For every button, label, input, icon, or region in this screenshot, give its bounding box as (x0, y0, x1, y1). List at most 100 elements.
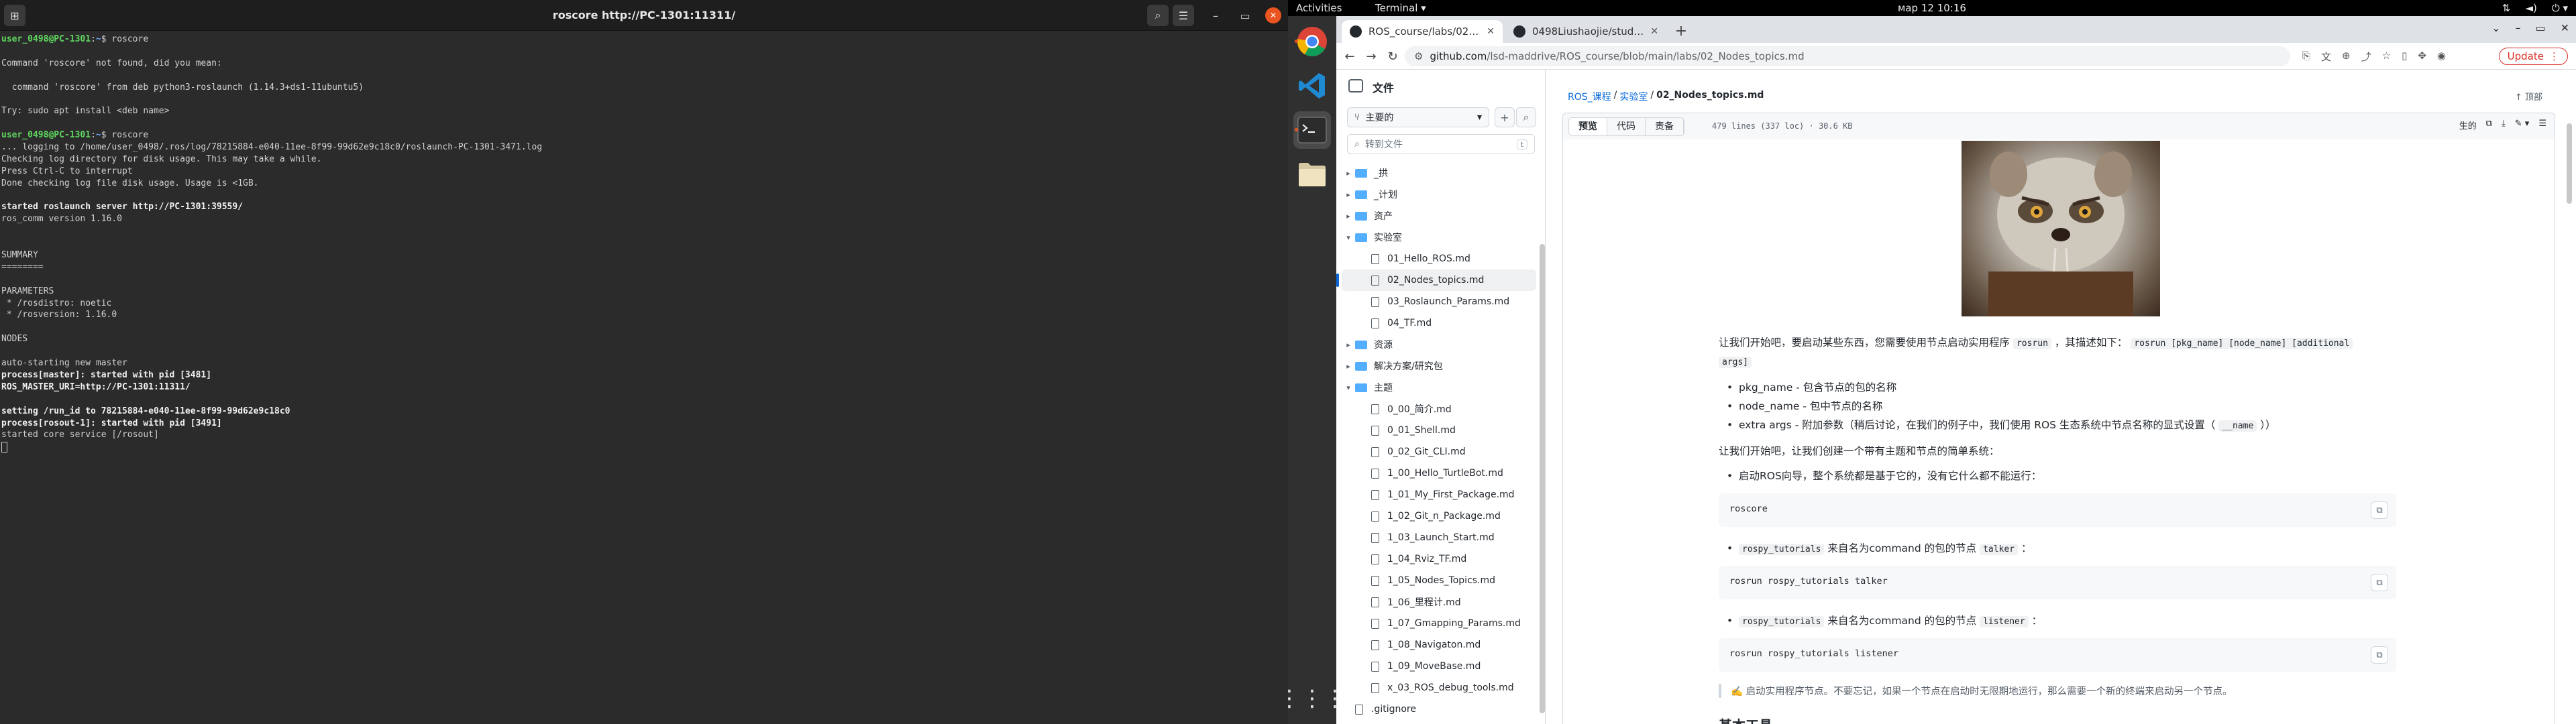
minimize-icon[interactable]: – (2515, 21, 2520, 34)
tree-file[interactable]: 04_TF.md (1336, 312, 1546, 334)
update-button[interactable]: Update ⋮ (2498, 48, 2568, 65)
show-apps-icon[interactable]: ⋮⋮⋮ (1278, 680, 1346, 717)
tree-file[interactable]: 1_08_Navigaton.md (1336, 634, 1546, 656)
terminal-line: setting /run_id to 78215884-e040-11ee-8f… (1, 406, 290, 416)
tree-file[interactable]: 03_Roslaunch_Params.md (1336, 291, 1546, 312)
share-icon[interactable]: ⤴ (2361, 50, 2371, 64)
tree-file[interactable]: 1_04_Rviz_TF.md (1336, 548, 1546, 570)
files-icon[interactable] (1293, 156, 1331, 193)
tab-close-icon[interactable]: ✕ (1650, 26, 1658, 37)
maximize-icon[interactable]: ▭ (1237, 7, 1253, 23)
profile-icon[interactable]: ◉ (2437, 50, 2446, 64)
maximize-icon[interactable]: ▭ (2535, 21, 2545, 34)
terminal-titlebar[interactable]: ⊞ roscore http://PC-1301:11311/ ⌕ ☰ – ▭ … (0, 0, 1288, 31)
tree-file[interactable]: x_03_ROS_debug_tools.md (1336, 677, 1546, 699)
code-text[interactable]: roscore (1729, 503, 1768, 514)
tree-file[interactable]: 02_Nodes_topics.md (1336, 269, 1536, 291)
tree-folder[interactable]: ▸ _拱 (1336, 162, 1546, 184)
copy-icon[interactable]: ⧉ (2486, 119, 2492, 131)
chrome-icon[interactable] (1293, 23, 1331, 60)
terminal-output[interactable]: user_0498@PC-1301:~$ roscore Command 'ros… (0, 34, 1288, 724)
tab-code[interactable]: 代码 (1607, 118, 1646, 135)
code-text[interactable]: rosrun rospy_tutorials listener (1729, 648, 1898, 659)
tab-search-icon[interactable]: ⌄ (2491, 21, 2500, 34)
forward-icon[interactable]: → (1362, 47, 1381, 66)
tree-file[interactable]: 1_06_里程计.md (1336, 591, 1546, 613)
go-to-file-input[interactable]: ⌕ 转到文件 t (1347, 134, 1535, 154)
breadcrumb-dir[interactable]: 实验室 (1619, 90, 1648, 103)
shifu-illustration (1962, 141, 2160, 316)
tree-file[interactable]: 1_03_Launch_Start.md (1336, 527, 1546, 548)
system-tray[interactable]: ⇅ ◄) ⏻ ▾ (2502, 2, 2568, 14)
tree-folder[interactable]: ▸ _计划 (1336, 184, 1546, 205)
search-icon[interactable]: ⌕ (1516, 107, 1536, 127)
menu-icon[interactable]: ☰ (1173, 5, 1194, 26)
tab-blame[interactable]: 责备 (1646, 118, 1684, 135)
tree-file[interactable]: 1_01_My_First_Package.md (1336, 484, 1546, 505)
chevron-right-icon[interactable]: ▸ (1342, 362, 1355, 371)
copy-icon[interactable]: ⧉ (2371, 574, 2388, 591)
tree-file[interactable]: 1_09_MoveBase.md (1336, 656, 1546, 677)
copy-icon[interactable]: ⧉ (2371, 646, 2388, 664)
raw-button[interactable]: 生的 (2459, 119, 2477, 131)
bookmark-star-icon[interactable]: ☆ (2382, 50, 2391, 64)
chevron-down-icon[interactable]: ▾ (1342, 383, 1355, 392)
chevron-right-icon[interactable]: ▸ (1342, 212, 1355, 221)
tree-folder[interactable]: ▸ 解决方案/研究包 (1336, 355, 1546, 377)
address-bar[interactable]: ⚙ github.com/lsd-maddrive/ROS_course/blo… (1405, 46, 2290, 66)
tree-file[interactable]: 1_05_Nodes_Topics.md (1336, 570, 1546, 591)
tree-file[interactable]: 0_00_简介.md (1336, 398, 1546, 420)
chevron-down-icon[interactable]: ▾ (1342, 233, 1355, 242)
branch-selector[interactable]: ⑂ 主要的 ▾ (1347, 107, 1489, 127)
tree-file[interactable]: .gitignore (1336, 699, 1546, 720)
close-icon[interactable]: ✕ (2561, 21, 2569, 34)
clock[interactable]: мар 12 10:16 (1288, 2, 2576, 14)
copy-icon[interactable]: ⧉ (2371, 501, 2388, 519)
tab-close-icon[interactable]: ✕ (1487, 26, 1495, 37)
chevron-right-icon[interactable]: ▸ (1342, 341, 1355, 349)
translate-icon[interactable]: 文 (2321, 50, 2331, 64)
file-icon (1371, 318, 1379, 328)
chevron-right-icon[interactable]: ▸ (1342, 190, 1355, 199)
tree-file[interactable]: 1_07_Gmapping_Params.md (1336, 613, 1546, 634)
edit-pencil-icon[interactable]: ✎ ▾ (2515, 119, 2530, 131)
sidepanel-icon[interactable]: ▯ (2402, 50, 2407, 64)
chevron-right-icon[interactable]: ▸ (1342, 169, 1355, 178)
tree-folder[interactable]: ▸ 资源 (1336, 334, 1546, 355)
tree-file[interactable]: 01_Hello_ROS.md (1336, 248, 1546, 269)
code-text[interactable]: rosrun rospy_tutorials talker (1729, 576, 1888, 587)
tree-file[interactable]: 1_00_Hello_TurtleBot.md (1336, 463, 1546, 484)
tree-folder[interactable]: ▾ 实验室 (1336, 227, 1546, 248)
vscode-icon[interactable] (1293, 67, 1331, 105)
breadcrumb-repo[interactable]: ROS_课程 (1568, 90, 1611, 103)
tab-preview[interactable]: 预览 (1569, 118, 1607, 135)
tree-file[interactable]: 0_01_Shell.md (1336, 420, 1546, 441)
tree-folder[interactable]: ▸ 资产 (1336, 205, 1546, 227)
tree-folder[interactable]: ▾ 主题 (1336, 377, 1546, 398)
add-file-icon[interactable]: + (1495, 107, 1515, 127)
back-to-top-link[interactable]: ↑ 顶部 (2515, 90, 2542, 103)
tab-github-file[interactable]: ROS_course/labs/02_Nodes_topics.md ✕ (1342, 20, 1503, 43)
site-info-icon[interactable]: ⚙ (1414, 50, 1423, 62)
page-scrollbar[interactable] (2567, 123, 2572, 204)
search-icon[interactable]: ⌕ (1147, 5, 1169, 26)
tree-file[interactable]: 1_02_Git_n_Package.md (1336, 505, 1546, 527)
zoom-icon[interactable]: ⊕ (2342, 50, 2351, 64)
terminal-icon[interactable] (1293, 111, 1331, 149)
minimize-icon[interactable]: – (1208, 7, 1224, 23)
download-icon[interactable]: ⤓ (2502, 119, 2506, 131)
sidebar-toggle-icon[interactable] (1348, 79, 1363, 93)
close-icon[interactable]: ✕ (1265, 7, 1281, 23)
outline-list-icon[interactable]: ☰ (2538, 119, 2546, 131)
terminal-line: PARAMETERS (1, 286, 54, 296)
new-tab-plus-icon[interactable]: + (1672, 21, 1690, 40)
tab-study-pic[interactable]: 0498Liushaojie/study_pic ✕ (1505, 20, 1666, 43)
back-icon[interactable]: ← (1340, 47, 1359, 66)
tree-file[interactable]: 0_02_Git_CLI.md (1336, 441, 1546, 463)
terminal-window[interactable]: ⊞ roscore http://PC-1301:11311/ ⌕ ☰ – ▭ … (0, 0, 1288, 724)
reload-icon[interactable]: ↻ (1383, 47, 1402, 66)
install-icon[interactable]: ⎘ (2302, 50, 2310, 64)
sidebar-scrollbar[interactable] (1540, 244, 1545, 713)
extensions-icon[interactable]: ✥ (2418, 50, 2426, 64)
